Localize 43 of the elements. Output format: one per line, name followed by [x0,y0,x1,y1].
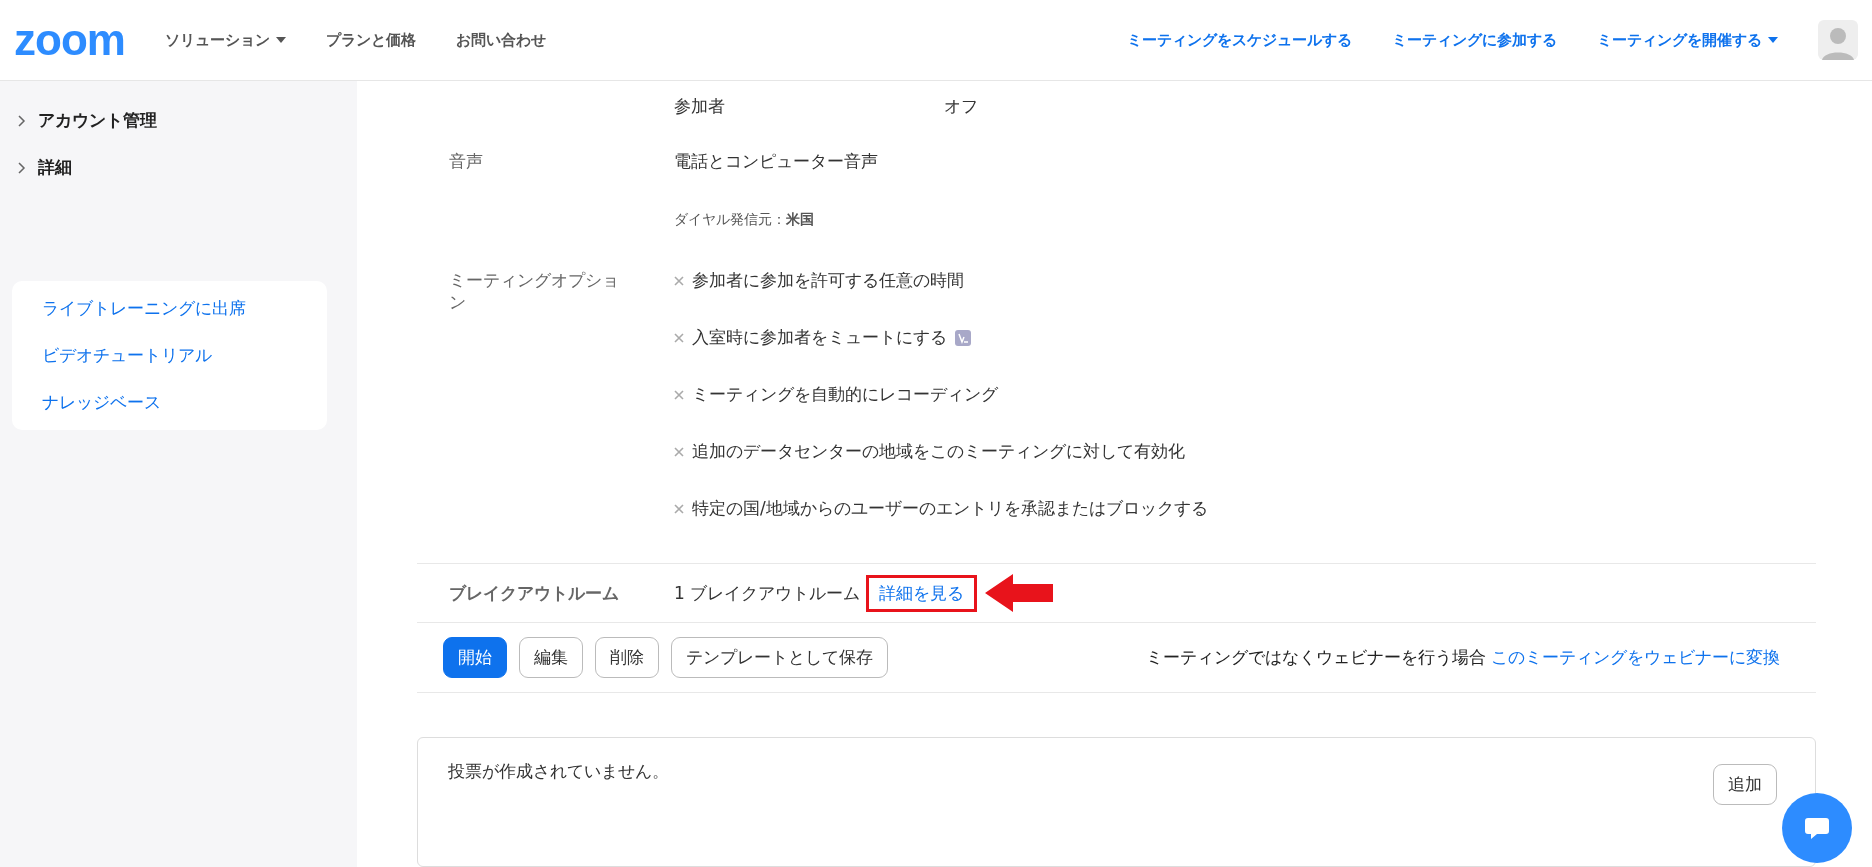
option-text: 参加者に参加を許可する任意の時間 [692,269,964,292]
option-text: 入室時に参加者をミュートにする [692,326,947,349]
details-link[interactable]: 詳細を見る [866,574,978,612]
zoom-logo[interactable]: zoom [14,15,125,65]
breakout-value: 1 ブレイクアウトルーム [674,581,861,605]
avatar-icon[interactable] [1818,20,1858,60]
sidebar-item[interactable]: アカウント管理 [0,97,357,144]
help-link[interactable]: ビデオチュートリアル [42,344,297,367]
sidebar-item[interactable]: 詳細 [0,144,357,191]
option-text: ミーティングを自動的にレコーディング [692,383,998,406]
option-text: 追加のデータセンターの地域をこのミーティングに対して有効化 [692,440,1185,463]
header-link[interactable]: ミーティングをスケジュールする [1127,30,1352,50]
sidebar-label: アカウント管理 [38,109,157,132]
action-button[interactable]: 削除 [595,637,659,679]
poll-text: 投票が作成されていません。 [448,760,669,784]
help-link[interactable]: ライブトレーニングに出席 [42,297,297,320]
chevron-right-icon [18,114,26,127]
nav-link[interactable]: ソリューション [164,30,286,50]
header-link[interactable]: ミーティングを開催する [1597,30,1778,50]
row-label: ミーティングオプション [449,269,619,314]
option-text: 特定の国/地域からのユーザーのエントリを承認またはブロックする [692,497,1208,520]
chat-icon [1804,816,1830,840]
action-button[interactable]: テンプレートとして保存 [671,637,888,679]
caret-icon [1768,37,1778,43]
role-text: 参加者 [674,95,726,118]
add-button[interactable]: 追加 [1713,764,1777,806]
sidebar-label: 詳細 [38,156,72,179]
start-button[interactable]: 開始 [443,637,507,679]
convert-link[interactable]: このミーティングをウェビナーに変換 [1491,647,1780,668]
webinar-text: ミーティングではなくウェビナーを行う場合 このミーティングをウェビナーに変換 [1145,646,1780,670]
dial-text: ダイヤル発信元：米国 [674,211,815,229]
caret-icon [275,37,286,43]
nav-link[interactable]: お問い合わせ [455,30,546,50]
status-text: オフ [944,95,979,118]
action-button[interactable]: 編集 [519,637,583,679]
row-label: ブレイクアウトルーム [449,582,619,605]
chevron-right-icon [18,161,26,174]
audio-value: 電話とコンピューター音声 [674,150,879,173]
nav-link[interactable]: プランと価格 [325,30,416,50]
help-link[interactable]: ナレッジベース [42,391,297,414]
header-link[interactable]: ミーティングに参加する [1392,30,1557,50]
arrow-icon [983,572,1056,615]
row-label: 音声 [449,150,484,173]
